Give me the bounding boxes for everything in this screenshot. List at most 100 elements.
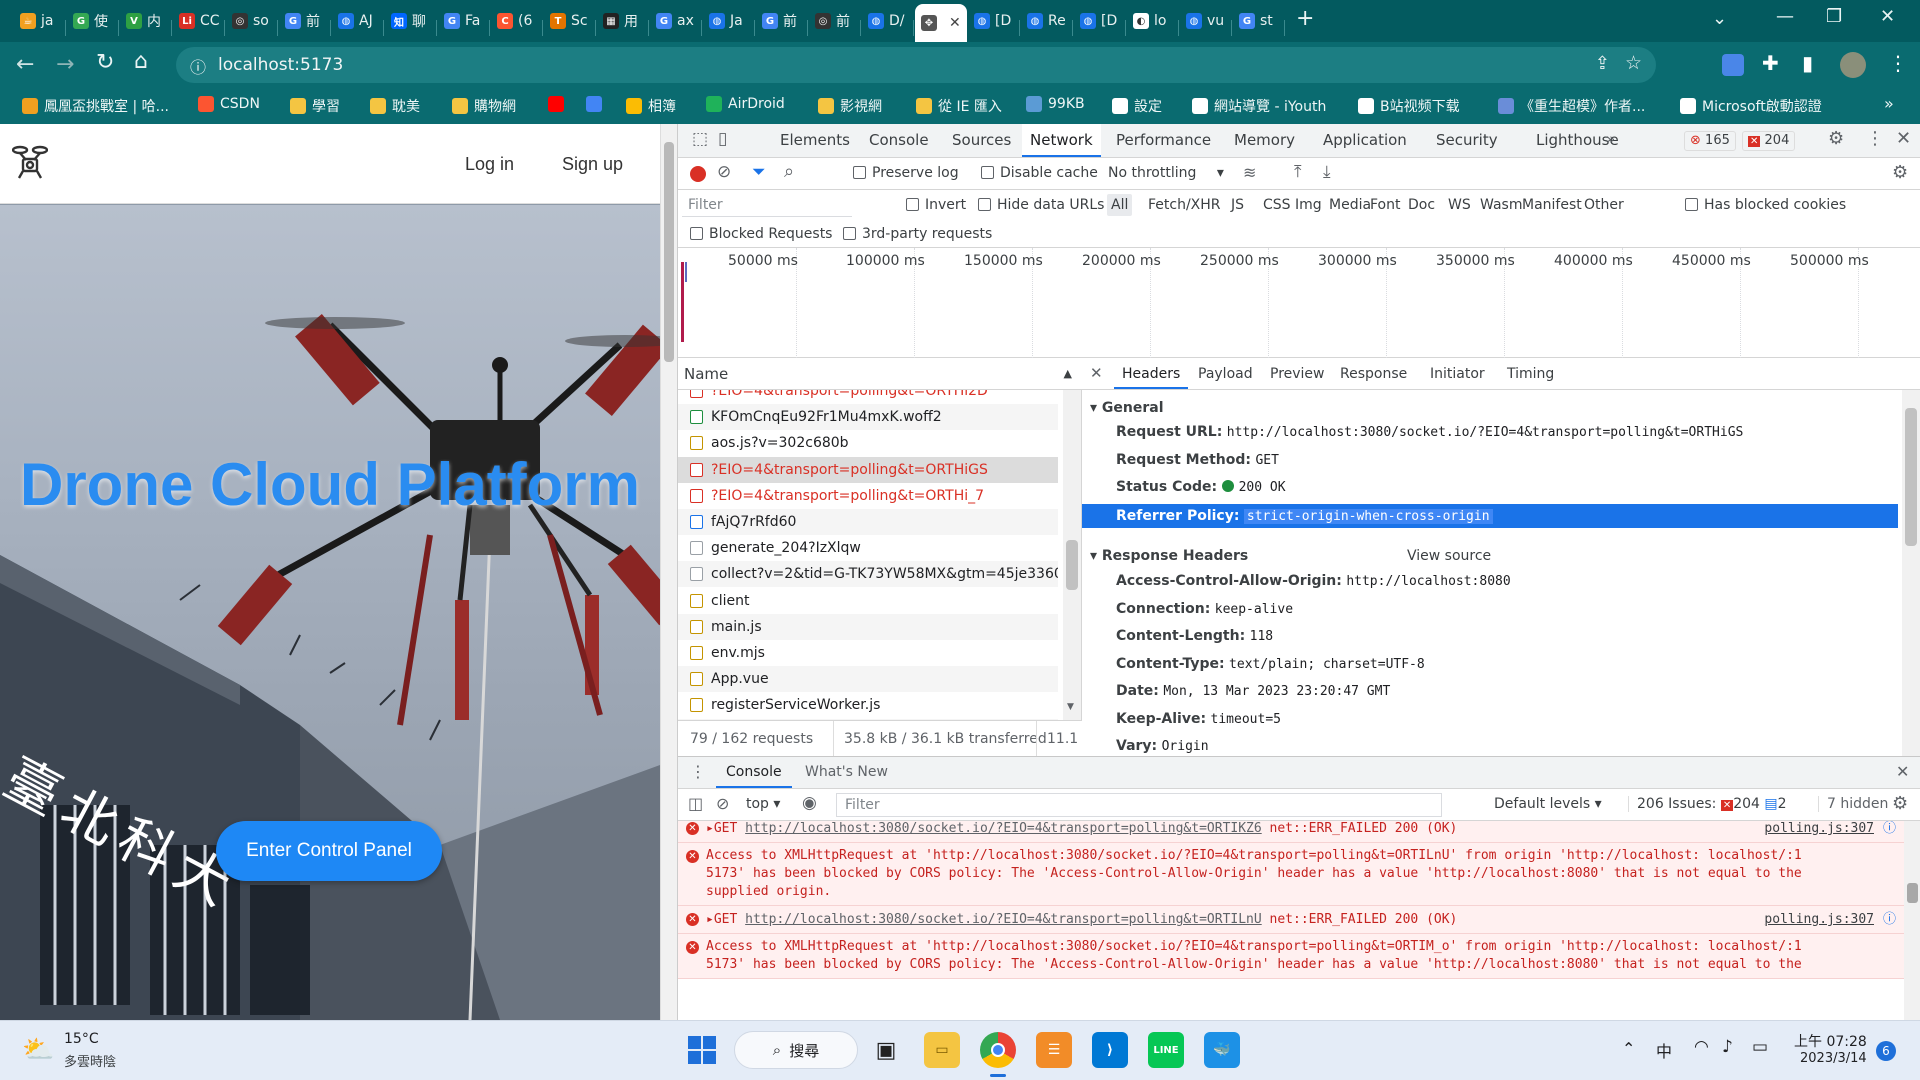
battery-icon[interactable]: ▭ (1752, 1037, 1768, 1057)
devtools-tab-network[interactable]: Network (1022, 124, 1101, 157)
browser-tab[interactable]: Gax (650, 6, 702, 36)
bookmark-item[interactable]: CSDN (198, 96, 260, 112)
bookmark-star-icon[interactable]: ☆ (1625, 52, 1642, 74)
message-url-link[interactable]: http://localhost:3080/socket.io/?EIO=4&t… (745, 912, 1262, 927)
view-source-link[interactable]: View source (1407, 548, 1491, 564)
wifi-icon[interactable]: ◠ (1694, 1037, 1709, 1057)
request-list-header[interactable]: Name ▲ (678, 358, 1082, 390)
weather-icon[interactable]: ⛅ (22, 1035, 54, 1065)
browser-tab[interactable]: ◎ 前 (809, 6, 861, 36)
drawer-tab-whats-new[interactable]: What's New (805, 757, 888, 788)
issues-counter[interactable]: 206 Issues: ✕ 204 ▤2 (1628, 796, 1787, 812)
minimize-icon[interactable]: — (1776, 6, 1794, 27)
site-info-icon[interactable]: ⓘ (190, 54, 206, 78)
browser-tab[interactable]: ◍ Ja (703, 6, 755, 36)
live-expression-eye-icon[interactable]: ◉ (802, 793, 817, 813)
response-header-row[interactable]: Date: Mon, 13 Mar 2023 23:20:47 GMT (1116, 683, 1390, 699)
docker-icon[interactable]: 🐳 (1204, 1032, 1240, 1068)
devtools-tab-memory[interactable]: Memory (1234, 124, 1295, 156)
window-close-icon[interactable]: ✕ (1880, 6, 1895, 27)
type-filter-wasm[interactable]: Wasm (1480, 190, 1522, 220)
console-scrollbar[interactable] (1904, 821, 1920, 1021)
maximize-icon[interactable]: ❐ (1826, 6, 1842, 27)
new-tab-icon[interactable]: + (1296, 6, 1314, 31)
response-header-row[interactable]: Keep-Alive: timeout=5 (1116, 711, 1281, 727)
devtools-tab-performance[interactable]: Performance (1116, 124, 1211, 156)
console-error-message[interactable]: ✕ ▸GET http://localhost:3080/socket.io/?E… (678, 906, 1904, 934)
bookmark-item[interactable]: Microsoft啟動認證 (1680, 96, 1822, 116)
drawer-tab-console[interactable]: Console (716, 757, 792, 788)
devtools-tab-elements[interactable]: Elements (780, 124, 850, 156)
blocked-requests-checkbox[interactable]: Blocked Requests (690, 219, 832, 249)
browser-tab[interactable]: ◎ so (226, 6, 278, 36)
details-tab-timing[interactable]: Timing (1507, 358, 1554, 389)
details-tab-initiator[interactable]: Initiator (1430, 358, 1485, 389)
home-icon[interactable]: ⌂ (134, 49, 148, 74)
general-header-row[interactable]: Referrer Policy: strict-origin-when-cros… (1082, 503, 1898, 528)
network-conditions-icon[interactable]: ≋ (1243, 163, 1256, 182)
type-filter-media[interactable]: Media (1329, 190, 1371, 220)
console-cors-error-message[interactable]: ✕ Access to XMLHttpRequest at 'http://loc… (678, 843, 1904, 906)
network-settings-icon[interactable]: ⚙ (1892, 162, 1908, 183)
translate-extension-icon[interactable] (1722, 54, 1744, 76)
message-source-link[interactable]: polling.js:307 (1764, 906, 1874, 933)
bookmark-item[interactable]: 《重生超模》作者... (1498, 96, 1645, 116)
bookmark-item[interactable]: 相簿 (626, 96, 676, 116)
clear-icon[interactable]: ⊘ (717, 162, 731, 182)
details-tab-payload[interactable]: Payload (1198, 358, 1253, 389)
request-row[interactable]: ?EIO=4&transport=polling&t=ORTHi_7 (678, 482, 1058, 509)
vscode-icon[interactable]: ⟩ (1092, 1032, 1128, 1068)
login-link[interactable]: Log in (465, 154, 514, 175)
bookmark-item[interactable]: 影視網 (818, 96, 882, 116)
close-details-icon[interactable]: ✕ (1090, 364, 1103, 382)
bookmark-item[interactable] (548, 96, 564, 112)
browser-tab[interactable]: ▦ 用 (597, 6, 649, 36)
request-row[interactable]: generate_204?IzXlqw (678, 535, 1058, 562)
has-blocked-cookies-checkbox[interactable]: Has blocked cookies (1685, 190, 1846, 220)
browser-tab[interactable]: ◍ [D (1074, 6, 1126, 36)
devtools-settings-icon[interactable]: ⚙ (1828, 128, 1844, 149)
type-filter-css[interactable]: CSS (1263, 190, 1291, 220)
console-scrollbar-thumb[interactable] (1907, 883, 1918, 903)
type-filter-all[interactable]: All (1107, 194, 1133, 216)
tray-overflow-icon[interactable]: ⌃ (1622, 1039, 1635, 1058)
general-header-row[interactable]: Request URL: http://localhost:3080/socke… (1116, 424, 1743, 440)
devtools-menu-icon[interactable]: ⋮ (1866, 128, 1884, 149)
request-row[interactable]: KFOmCnqEu92Fr1Mu4mxK.woff2 (678, 404, 1058, 431)
request-list-scrollbar[interactable]: ▼ (1063, 390, 1081, 720)
warning-counter[interactable]: ✕ 204 (1742, 131, 1796, 151)
clock-date[interactable]: 2023/3/14 (1800, 1051, 1867, 1066)
search-icon[interactable]: ⌕ (784, 161, 794, 182)
response-header-row[interactable]: Content-Length: 118 (1116, 628, 1273, 644)
file-explorer-icon[interactable]: ▭ (924, 1032, 960, 1068)
invert-checkbox[interactable]: Invert (906, 190, 966, 220)
scroll-down-arrow-icon[interactable]: ▼ (1067, 702, 1074, 712)
hide-data-urls-checkbox[interactable]: Hide data URLs (978, 190, 1104, 220)
enter-control-panel-button[interactable]: Enter Control Panel (216, 821, 442, 881)
extensions-icon[interactable]: ✚ (1762, 51, 1779, 75)
start-menu-icon[interactable] (684, 1032, 720, 1068)
browser-tab[interactable]: T Sc (544, 6, 596, 36)
throttling-select[interactable]: No throttling ▾ (1108, 165, 1224, 181)
tab-search-icon[interactable]: ⌄ (1712, 8, 1727, 29)
request-list-scrollbar-thumb[interactable] (1066, 540, 1078, 590)
general-section-header[interactable]: ▾ General (1090, 400, 1164, 416)
bookmark-item[interactable]: 設定 (1112, 96, 1162, 116)
profile-avatar[interactable] (1840, 52, 1866, 78)
details-scrollbar-thumb[interactable] (1905, 408, 1917, 546)
notification-badge[interactable]: 6 (1876, 1041, 1896, 1061)
type-filter-ws[interactable]: WS (1448, 190, 1471, 220)
third-party-checkbox[interactable]: 3rd-party requests (843, 219, 992, 249)
details-tab-headers[interactable]: Headers (1114, 358, 1189, 389)
browser-tab[interactable]: 知聊 (385, 6, 437, 36)
reload-icon[interactable]: ↻ (96, 50, 114, 75)
import-har-icon[interactable]: ⤒ (1294, 162, 1302, 182)
bookmarks-overflow-icon[interactable]: » (1884, 94, 1894, 113)
browser-tab[interactable]: C (6 (491, 6, 543, 36)
response-headers-section-header[interactable]: ▾ Response Headers (1090, 548, 1248, 564)
bookmark-item[interactable]: 鳳凰盃挑戰室 | 哈... (22, 96, 169, 116)
browser-tab[interactable]: ✥ ✕ (915, 4, 967, 42)
type-filter-img[interactable]: Img (1295, 190, 1322, 220)
browser-tab[interactable]: G Fa (438, 6, 490, 36)
address-bar[interactable]: ⓘ localhost:5173 ⇪ ☆ (176, 47, 1656, 83)
